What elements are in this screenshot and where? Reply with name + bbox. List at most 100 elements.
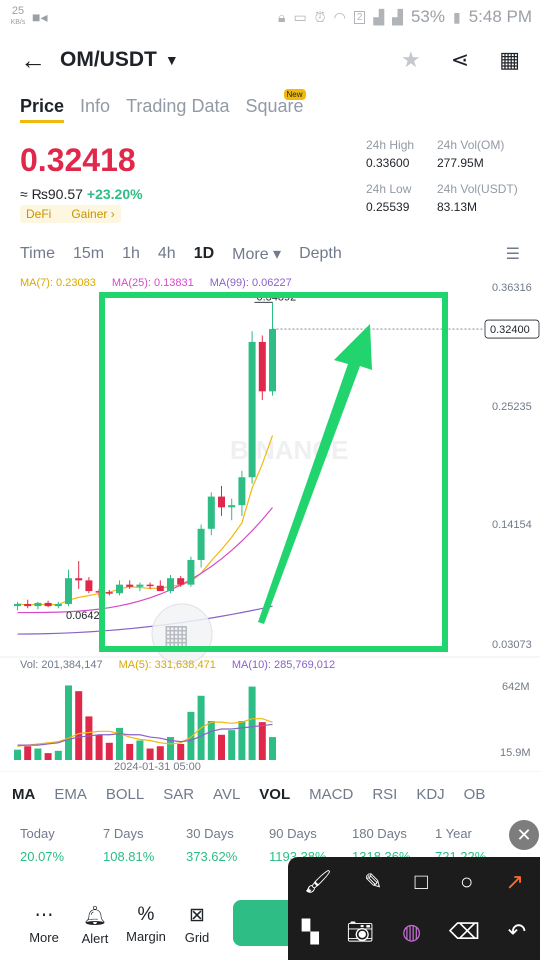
volume-bar <box>187 711 195 760</box>
tab-price[interactable]: Price <box>20 96 65 123</box>
interval-4h[interactable]: 4h <box>158 245 176 263</box>
ind-boll[interactable]: BOLL <box>106 786 144 803</box>
stat-high: 24h High 0.33600 <box>366 138 415 170</box>
perf-30d: 30 Days 373.62% <box>186 826 238 864</box>
pair-title[interactable]: OM/USDT <box>60 48 157 72</box>
circle-icon[interactable]: ○ <box>460 869 473 895</box>
brush-icon[interactable]: 🖌︎ <box>304 869 332 895</box>
highlighter-icon[interactable]: ✎ <box>364 869 382 895</box>
candle-body <box>187 559 195 585</box>
interval-tabs: Time 15m 1h 4h 1D More ▾ Depth ☰ <box>20 244 520 264</box>
ma25-legend: MA(25): 0.13831 <box>111 277 194 289</box>
signal-icon: ▟ <box>373 8 385 25</box>
nav-alert[interactable]: 🔔︎ Alert <box>70 904 120 946</box>
candle-body <box>269 329 276 392</box>
stats-24h: 24h High 0.33600 24h Vol(OM) 277.95M 24h L… <box>366 138 537 214</box>
price-sub: ≈ ₨90.57 +23.20% <box>20 186 143 202</box>
ind-ma[interactable]: MA <box>12 786 35 803</box>
ind-ema[interactable]: EMA <box>54 786 87 803</box>
ma99-legend: MA(99): 0.06227 <box>209 277 292 289</box>
interval-1h[interactable]: 1h <box>122 245 140 263</box>
back-arrow-icon[interactable]: ← <box>20 45 60 76</box>
volume-bar <box>238 721 246 760</box>
tag-defi[interactable]: DeFi <box>26 207 51 221</box>
nav-grid[interactable]: ⊠ Grid <box>172 904 222 945</box>
interval-depth[interactable]: Depth <box>299 245 342 263</box>
candle-body <box>14 603 21 607</box>
ma7-legend: MA(7): 0.23083 <box>20 277 96 289</box>
tags: DeFi Gainer › <box>20 205 121 223</box>
camera-icon[interactable]: 📷︎ <box>346 919 374 945</box>
close-overlay-button[interactable]: ✕ <box>509 820 539 850</box>
nav-more[interactable]: ⋯ More <box>19 904 69 945</box>
stat-vol-om: 24h Vol(OM) 277.95M <box>437 138 505 170</box>
perf-7d: 7 Days 108.81% <box>103 826 155 864</box>
caret-down-icon[interactable]: ▼ <box>165 52 179 68</box>
tab-trading-data[interactable]: Trading Data <box>126 96 229 123</box>
candlestick-chart[interactable]: 0.36316 0.25235 0.14154 0.03073 BINANCE 0.348… <box>0 272 540 772</box>
chart-settings-icon[interactable]: ☰ <box>506 244 520 264</box>
volume-bar <box>218 734 225 760</box>
tab-square[interactable]: Square New <box>245 89 306 123</box>
nav-margin[interactable]: % Margin <box>121 904 171 944</box>
volume-bar <box>65 685 72 760</box>
volume-bar <box>248 686 256 760</box>
star-icon[interactable]: ★ <box>401 47 421 73</box>
candle-body <box>248 341 256 478</box>
volume-bar <box>105 742 113 760</box>
signal2-icon: ▟ <box>392 8 403 25</box>
perf-today: Today 20.07% <box>20 826 65 864</box>
ind-macd[interactable]: MACD <box>309 786 353 803</box>
volume-bar <box>126 743 134 760</box>
last-price-tag-label: 0.32400 <box>490 324 530 336</box>
percent-icon: % <box>137 904 155 925</box>
ind-kdj[interactable]: KDJ <box>416 786 444 803</box>
vol-axis-bottom: 15.9M <box>500 747 531 759</box>
undo-icon[interactable]: ↶ <box>508 919 526 945</box>
candle-body <box>177 578 185 585</box>
stat-vol-usdt: 24h Vol(USDT) 83.13M <box>437 182 518 214</box>
ind-obv[interactable]: OB <box>464 786 486 803</box>
new-badge: New <box>283 89 306 100</box>
candle-body <box>167 578 174 592</box>
interval-time[interactable]: Time <box>20 245 55 263</box>
sim-icon: 2 <box>353 10 366 24</box>
rectangle-icon[interactable]: □ <box>415 869 428 895</box>
share-icon[interactable]: ⋖ <box>451 47 469 73</box>
ind-rsi[interactable]: RSI <box>372 786 397 803</box>
app-header: ← OM/USDT ▼ ★ ⋖ ▦ <box>0 38 540 82</box>
interval-15m[interactable]: 15m <box>73 245 104 263</box>
ind-vol[interactable]: VOL <box>259 786 290 803</box>
arrow-tool-icon[interactable]: ↗ <box>505 869 523 895</box>
tag-gainer[interactable]: Gainer › <box>71 207 114 221</box>
candle-body <box>54 603 62 607</box>
bell-icon: 🔔︎ <box>82 906 108 927</box>
volume-bar <box>14 749 21 760</box>
top-tabs: Price Info Trading Data Square New <box>20 89 306 123</box>
clock: 5:48 PM <box>468 7 532 26</box>
eraser-icon[interactable]: ⌫ <box>449 919 480 945</box>
volume-bar <box>228 730 236 760</box>
tab-info[interactable]: Info <box>80 96 110 123</box>
ind-sar[interactable]: SAR <box>163 786 194 803</box>
wifi-icon: ◠ <box>333 8 346 25</box>
mosaic-icon[interactable]: ▚ <box>302 919 319 945</box>
low-marker-label: 0.0642 <box>66 610 100 622</box>
candle-body <box>65 578 72 604</box>
interval-1d[interactable]: 1D <box>194 245 214 263</box>
color-wheel-icon[interactable]: ◍ <box>402 919 421 945</box>
chart-svg: 0.363160.252350.141540.03073BINANCE0.348… <box>0 282 540 772</box>
volume-bar <box>54 750 62 760</box>
candle-body <box>105 592 113 594</box>
net-speed: 25 KB/s <box>10 5 26 27</box>
ind-avl[interactable]: AVL <box>213 786 240 803</box>
candle-body <box>146 584 154 587</box>
candle-body <box>207 496 215 529</box>
candle-body <box>34 602 42 607</box>
grid-menu-icon[interactable]: ▦ <box>499 47 520 73</box>
tag-gainer-label: Gainer <box>71 207 108 221</box>
volume-bar <box>258 722 266 760</box>
cast-icon: ▭ <box>293 8 307 25</box>
interval-more[interactable]: More ▾ <box>232 244 281 264</box>
ma25-line <box>17 507 273 614</box>
